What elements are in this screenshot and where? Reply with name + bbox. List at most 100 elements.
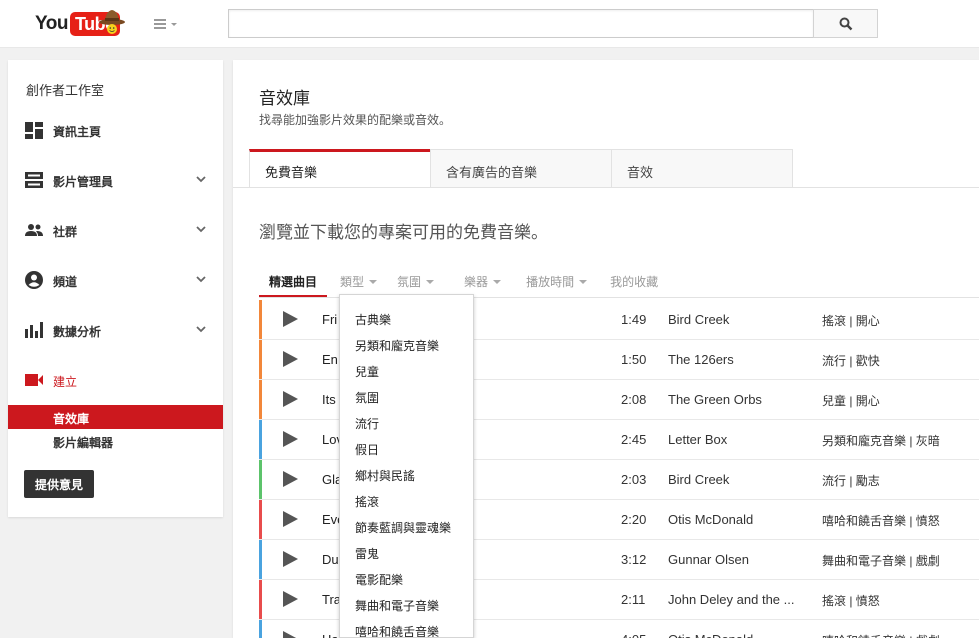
- track-artist[interactable]: The 126ers: [668, 352, 798, 367]
- sidebar-item-label: 頻道: [53, 275, 78, 289]
- search-icon: [839, 17, 852, 30]
- hat-doodle-icon: [99, 10, 125, 34]
- sidebar-item-analytics[interactable]: 數據分析: [8, 315, 223, 345]
- track-artist[interactable]: Bird Creek: [668, 472, 798, 487]
- track-artist[interactable]: Otis McDonald: [668, 632, 798, 638]
- sidebar-item-label: 建立: [53, 375, 78, 389]
- genre-menu-item[interactable]: 電影配樂: [355, 571, 403, 588]
- play-icon[interactable]: [283, 391, 298, 407]
- track-artist[interactable]: Otis McDonald: [668, 512, 798, 527]
- guide-menu-button[interactable]: [152, 16, 180, 32]
- filter-duration[interactable]: 播放時間: [516, 264, 597, 298]
- track-title: Ha: [322, 632, 339, 638]
- genre-menu-item[interactable]: 氛圍: [355, 389, 379, 406]
- filter-label: 我的收藏: [610, 275, 659, 289]
- genre-menu-item[interactable]: 兒童: [355, 363, 379, 380]
- track-duration: 2:11: [621, 592, 646, 607]
- genre-color-stripe: [259, 460, 262, 499]
- genre-menu-item[interactable]: 假日: [355, 441, 379, 458]
- video-manager-icon: [25, 172, 43, 188]
- page-title: 音效庫: [259, 89, 310, 108]
- browse-heading: 瀏覽並下載您的專案可用的免費音樂。: [259, 223, 548, 242]
- sidebar-title: 創作者工作室: [26, 83, 105, 98]
- filter-mood[interactable]: 氛圍: [387, 264, 444, 298]
- sidebar-subitem-audio-library[interactable]: 音效庫: [8, 405, 223, 429]
- genre-menu-item[interactable]: 流行: [355, 415, 379, 432]
- track-duration: 2:03: [621, 472, 647, 487]
- filter-label: 氛圍: [397, 275, 422, 289]
- track-artist[interactable]: Bird Creek: [668, 312, 798, 327]
- play-icon[interactable]: [283, 551, 298, 567]
- genre-color-stripe: [259, 300, 262, 339]
- sidebar-item-channel[interactable]: 頻道: [8, 265, 223, 295]
- sidebar-item-create[interactable]: 建立: [8, 365, 223, 395]
- track-artist[interactable]: The Green Orbs: [668, 392, 798, 407]
- send-feedback-button[interactable]: 提供意見: [24, 470, 95, 498]
- play-icon[interactable]: [283, 311, 298, 327]
- filter-instrument[interactable]: 樂器: [454, 264, 511, 298]
- genre-dropdown-menu: 古典樂另類和龐克音樂 兒童氛圍流行假日鄉村與民謠搖滾節奏藍調與靈魂樂 雷鬼電影配樂舞…: [339, 294, 474, 638]
- filter-favorites[interactable]: 我的收藏: [600, 264, 668, 298]
- genre-menu-item[interactable]: 另類和龐克音樂: [355, 337, 439, 354]
- track-duration: 2:20: [621, 512, 647, 527]
- filter-bar: 精選曲目 類型 氛圍 樂器 播放時間 我的收藏: [259, 264, 668, 298]
- track-artist[interactable]: John Deley and the ...: [668, 592, 798, 607]
- track-genre-mood: 流行 | 勵志: [822, 474, 880, 488]
- genre-color-stripe: [259, 620, 262, 638]
- sidebar-subitem-video-editor[interactable]: 影片編輯器: [8, 429, 223, 453]
- sidebar-subitem-label: 影片編輯器: [53, 436, 114, 450]
- sidebar-item-video-manager[interactable]: 影片管理員: [8, 165, 223, 195]
- tab-ad-supported-music[interactable]: 含有廣告的音樂: [430, 149, 612, 188]
- genre-menu-item[interactable]: 搖滾: [355, 493, 379, 510]
- track-genre-mood: 搖滾 | 憤怒: [822, 594, 880, 608]
- play-icon[interactable]: [283, 591, 298, 607]
- youtube-logo[interactable]: You Tube: [35, 10, 125, 38]
- track-genre-mood: 兒童 | 開心: [822, 394, 880, 408]
- track-duration: 2:45: [621, 432, 647, 447]
- genre-menu-item[interactable]: 節奏藍調與靈魂樂: [355, 519, 451, 536]
- chevron-down-icon[interactable]: [196, 225, 206, 233]
- filter-label: 類型: [340, 275, 365, 289]
- genre-menu-item[interactable]: 嘻哈和饒舌音樂: [355, 623, 439, 637]
- sidebar-subitem-label: 音效庫: [53, 412, 90, 426]
- play-icon[interactable]: [283, 631, 298, 638]
- genre-color-stripe: [259, 340, 262, 379]
- analytics-icon: [25, 322, 43, 338]
- track-genre-mood: 另類和龐克音樂 | 灰暗: [822, 434, 940, 448]
- play-icon[interactable]: [283, 351, 298, 367]
- genre-menu-item[interactable]: 古典樂: [355, 311, 391, 328]
- tab-sound-effects[interactable]: 音效: [611, 149, 793, 188]
- play-icon[interactable]: [283, 431, 298, 447]
- track-duration: 1:50: [621, 352, 647, 367]
- sidebar-item-community[interactable]: 社群: [8, 215, 223, 245]
- chevron-down-icon[interactable]: [196, 275, 206, 283]
- tab-free-music[interactable]: 免費音樂: [249, 149, 431, 188]
- community-icon: [25, 224, 43, 236]
- sidebar-item-dashboard[interactable]: 資訊主頁: [8, 115, 223, 145]
- play-icon[interactable]: [283, 471, 298, 487]
- caret-down-icon: [579, 280, 588, 284]
- genre-color-stripe: [259, 500, 262, 539]
- filter-featured[interactable]: 精選曲目: [259, 264, 328, 298]
- library-tabs: 免費音樂 含有廣告的音樂 音效: [249, 149, 793, 188]
- track-artist[interactable]: Letter Box: [668, 432, 798, 447]
- track-duration: 4:05: [621, 632, 646, 638]
- chevron-down-icon[interactable]: [196, 175, 206, 183]
- play-icon[interactable]: [283, 511, 298, 527]
- track-artist[interactable]: Gunnar Olsen: [668, 552, 798, 567]
- filter-genre[interactable]: 類型: [330, 264, 387, 298]
- chevron-down-icon[interactable]: [196, 325, 206, 333]
- hamburger-icon: [154, 19, 177, 29]
- track-title: Fri: [322, 312, 338, 327]
- genre-menu-item[interactable]: 雷鬼: [355, 545, 379, 562]
- tabs-divider: [233, 187, 979, 188]
- genre-menu-item[interactable]: 舞曲和電子音樂: [355, 597, 439, 614]
- track-genre-mood: 嘻哈和饒舌音樂 | 憤怒: [822, 514, 940, 528]
- filter-label: 播放時間: [526, 275, 575, 289]
- video-camera-icon: [25, 374, 43, 386]
- search-button[interactable]: [813, 9, 878, 38]
- genre-menu-item[interactable]: 鄉村與民謠: [355, 467, 415, 484]
- caret-down-icon: [493, 280, 502, 284]
- genre-color-stripe: [259, 580, 262, 619]
- search-input[interactable]: [228, 9, 813, 38]
